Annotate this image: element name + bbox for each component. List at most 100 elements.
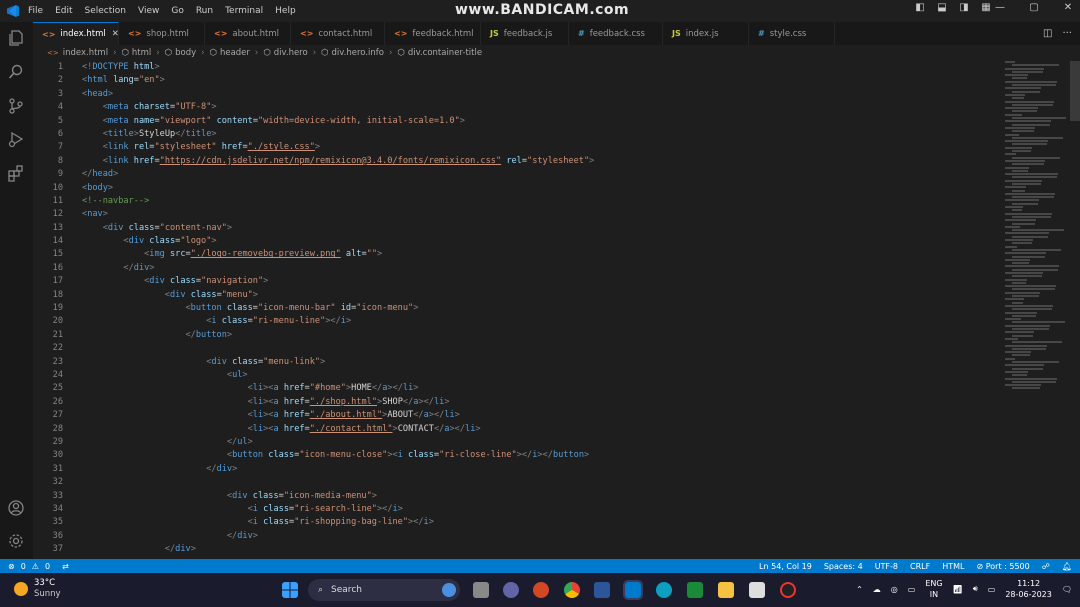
windows-start-icon[interactable] bbox=[282, 582, 298, 598]
vscode-taskbar-icon[interactable] bbox=[623, 580, 643, 600]
account-icon[interactable] bbox=[7, 499, 25, 517]
menu-edit[interactable]: Edit bbox=[55, 6, 72, 16]
customize-layout-icon[interactable]: ▦ bbox=[981, 3, 991, 13]
cloud-icon[interactable]: ☁ bbox=[873, 585, 881, 594]
code-line[interactable]: 10 <body> bbox=[33, 182, 1003, 195]
explorer-icon[interactable] bbox=[7, 29, 25, 47]
code-line[interactable]: 29 </ul> bbox=[33, 436, 1003, 449]
menu-file[interactable]: File bbox=[28, 6, 43, 16]
cursor-position[interactable]: Ln 54, Col 19 bbox=[759, 562, 812, 571]
pycharm-icon[interactable] bbox=[687, 582, 703, 598]
menu-run[interactable]: Run bbox=[196, 6, 213, 16]
language-mode[interactable]: HTML bbox=[942, 562, 964, 571]
more-actions-icon[interactable]: ··· bbox=[1062, 28, 1072, 39]
code-line[interactable]: 12 <nav> bbox=[33, 208, 1003, 221]
warning-icon[interactable]: ⚠ bbox=[32, 562, 39, 571]
menu-go[interactable]: Go bbox=[171, 6, 183, 16]
code-line[interactable]: 20 <i class="ri-menu-line"></i> bbox=[33, 315, 1003, 328]
weather-widget[interactable]: 33°C Sunny bbox=[14, 578, 61, 600]
minimap[interactable] bbox=[1005, 61, 1067, 406]
code-editor[interactable]: 1 <!DOCTYPE html> 2 <html lang="en"> 3 <head>… bbox=[33, 61, 1003, 559]
error-icon[interactable]: ⊗ bbox=[8, 562, 15, 571]
code-line[interactable]: 28 <li><a href="./contact.html">CONTACT<… bbox=[33, 423, 1003, 436]
file-explorer-icon[interactable] bbox=[718, 582, 734, 598]
tab-feedback-css[interactable]: # feedback.css bbox=[569, 22, 663, 45]
breadcrumb-item[interactable]: ⬡ body bbox=[165, 48, 196, 58]
code-line[interactable]: 21 </button> bbox=[33, 329, 1003, 342]
menu-terminal[interactable]: Terminal bbox=[225, 6, 263, 16]
settings-gear-icon[interactable] bbox=[7, 532, 25, 550]
code-line[interactable]: 36 </div> bbox=[33, 530, 1003, 543]
code-line[interactable]: 4 <meta charset="UTF-8"> bbox=[33, 101, 1003, 114]
code-line[interactable]: 31 </div> bbox=[33, 463, 1003, 476]
code-line[interactable]: 26 <li><a href="./shop.html">SHOP</a></l… bbox=[33, 396, 1003, 409]
indentation[interactable]: Spaces: 4 bbox=[824, 562, 863, 571]
teams-chat-icon[interactable] bbox=[503, 582, 519, 598]
language-indicator[interactable]: ENG IN bbox=[925, 578, 942, 600]
powerpoint-icon[interactable] bbox=[533, 582, 549, 598]
code-line[interactable]: 30 <button class="icon-menu-close"><i cl… bbox=[33, 449, 1003, 462]
menu-view[interactable]: View bbox=[138, 6, 159, 16]
maximize-icon[interactable]: ▢ bbox=[1029, 3, 1039, 13]
tab-style-css[interactable]: # style.css bbox=[749, 22, 835, 45]
code-line[interactable]: 16 </div> bbox=[33, 262, 1003, 275]
code-line[interactable]: 35 <i class="ri-shopping-bag-line"></i> bbox=[33, 516, 1003, 529]
line-ending[interactable]: CRLF bbox=[910, 562, 930, 571]
code-line[interactable]: 7 <link rel="stylesheet" href="./style.c… bbox=[33, 141, 1003, 154]
code-line[interactable]: 34 <i class="ri-search-line"></i> bbox=[33, 503, 1003, 516]
extensions-icon[interactable] bbox=[7, 164, 25, 182]
code-line[interactable]: 11 <!--navbar--> bbox=[33, 195, 1003, 208]
tab-index-html[interactable]: <> index.html ✕ bbox=[33, 22, 119, 45]
menu-selection[interactable]: Selection bbox=[85, 6, 126, 16]
code-line[interactable]: 3 <head> bbox=[33, 88, 1003, 101]
code-line[interactable]: 8 <link href="https://cdn.jsdelivr.net/n… bbox=[33, 155, 1003, 168]
display-icon[interactable]: ▭ bbox=[908, 585, 916, 594]
bandicam-record-icon[interactable] bbox=[780, 582, 796, 598]
volume-icon[interactable]: 🔊︎ bbox=[973, 584, 978, 594]
code-line[interactable]: 24 <ul> bbox=[33, 369, 1003, 382]
close-tab-icon[interactable]: ✕ bbox=[112, 29, 119, 39]
live-share-icon[interactable]: ⇄ bbox=[62, 562, 69, 571]
code-line[interactable]: 2 <html lang="en"> bbox=[33, 74, 1003, 87]
toggle-sidebar-icon[interactable]: ◧ bbox=[915, 3, 925, 13]
battery-icon[interactable]: ▭ bbox=[988, 585, 996, 594]
wifi-icon[interactable]: 📶︎ bbox=[953, 585, 963, 594]
code-line[interactable]: 14 <div class="logo"> bbox=[33, 235, 1003, 248]
run-debug-icon[interactable] bbox=[7, 130, 25, 148]
tab-contact-html[interactable]: <> contact.html bbox=[291, 22, 385, 45]
code-line[interactable]: 25 <li><a href="#home">HOME</a></li> bbox=[33, 382, 1003, 395]
toggle-panel-icon[interactable]: ⬓ bbox=[937, 3, 947, 13]
code-line[interactable]: 19 <button class="icon-menu-bar" id="ico… bbox=[33, 302, 1003, 315]
error-count[interactable]: 0 bbox=[21, 562, 26, 571]
code-line[interactable]: 1 <!DOCTYPE html> bbox=[33, 61, 1003, 74]
breadcrumb-item[interactable]: ⬡ div.hero bbox=[263, 48, 307, 58]
store-icon[interactable] bbox=[749, 582, 765, 598]
edge-icon[interactable] bbox=[656, 582, 672, 598]
code-line[interactable]: 13 <div class="content-nav"> bbox=[33, 222, 1003, 235]
encoding[interactable]: UTF-8 bbox=[875, 562, 898, 571]
close-window-icon[interactable]: ✕ bbox=[1063, 3, 1073, 13]
clock[interactable]: 11:12 28-06-2023 bbox=[1005, 578, 1052, 600]
tab-about-html[interactable]: <> about.html bbox=[205, 22, 291, 45]
app-tray-icon[interactable]: ◎ bbox=[891, 585, 898, 594]
notifications-bell-icon[interactable]: 🔔︎ bbox=[1062, 562, 1072, 571]
tab-index-js[interactable]: JS index.js bbox=[663, 22, 749, 45]
breadcrumb-item[interactable]: ⬡ div.container-title bbox=[397, 48, 482, 58]
task-view-icon[interactable] bbox=[473, 582, 489, 598]
breadcrumb-item[interactable]: ⬡ div.hero.info bbox=[321, 48, 384, 58]
warning-count[interactable]: 0 bbox=[45, 562, 50, 571]
code-line[interactable]: 27 <li><a href="./about.html">ABOUT</a><… bbox=[33, 409, 1003, 422]
tab-feedback-html[interactable]: <> feedback.html bbox=[385, 22, 481, 45]
chevron-up-icon[interactable]: ⌃ bbox=[856, 585, 863, 594]
breadcrumb-item[interactable]: ⬡ header bbox=[210, 48, 250, 58]
code-line[interactable]: 15 <img src="./logo-removebg-preview.png… bbox=[33, 248, 1003, 261]
tab-feedback-js[interactable]: JS feedback.js bbox=[481, 22, 569, 45]
source-control-icon[interactable] bbox=[7, 97, 25, 115]
vertical-scrollbar[interactable] bbox=[1070, 61, 1080, 121]
code-line[interactable]: 32 bbox=[33, 476, 1003, 489]
code-line[interactable]: 17 <div class="navigation"> bbox=[33, 275, 1003, 288]
breadcrumb-item[interactable]: ⬡ html bbox=[121, 48, 151, 58]
live-server-port[interactable]: ⊘ Port : 5500 bbox=[976, 562, 1029, 571]
split-editor-icon[interactable]: ◫ bbox=[1043, 28, 1052, 39]
code-line[interactable]: 5 <meta name="viewport" content="width=d… bbox=[33, 115, 1003, 128]
